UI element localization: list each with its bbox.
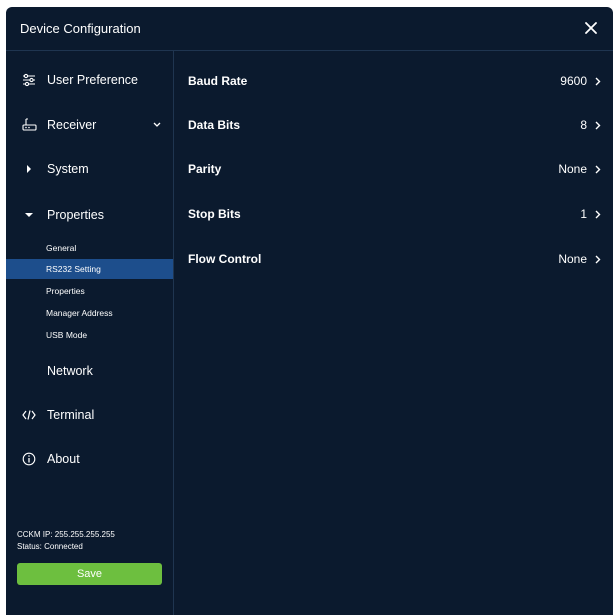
connection-status: CCKM IP: 255.255.255.255 Status: Connect… <box>17 529 115 553</box>
chevron-down-icon <box>151 118 163 132</box>
setting-row-stop-bits[interactable]: Stop Bits 1 <box>174 192 613 236</box>
setting-name: Flow Control <box>188 252 262 266</box>
close-button[interactable] <box>579 16 603 40</box>
sidebar-item-label: Terminal <box>47 408 95 422</box>
settings-panel: Baud Rate 9600 Data Bits 8 Parity None S… <box>174 51 613 615</box>
device-configuration-window: Device Configuration User Preference Rec… <box>6 7 613 615</box>
subitem-label: Manager Address <box>46 308 113 318</box>
subitem-usb-mode[interactable]: USB Mode <box>6 325 173 345</box>
setting-name: Stop Bits <box>188 207 241 221</box>
sliders-icon <box>21 72 37 88</box>
subitem-properties[interactable]: Properties <box>6 281 173 301</box>
sidebar-item-label: System <box>47 162 89 176</box>
setting-row-parity[interactable]: Parity None <box>174 147 613 191</box>
setting-name: Baud Rate <box>188 74 248 88</box>
code-icon <box>21 407 37 423</box>
sidebar-item-user-preference[interactable]: User Preference <box>6 65 173 95</box>
sidebar-item-label: Properties <box>47 208 104 222</box>
sidebar-item-label: About <box>47 452 80 466</box>
window-title: Device Configuration <box>20 21 141 36</box>
sidebar-item-terminal[interactable]: Terminal <box>6 400 173 430</box>
save-button[interactable]: Save <box>17 563 162 585</box>
subitem-general[interactable]: General <box>6 238 173 258</box>
setting-name: Parity <box>188 162 222 176</box>
chevron-right-icon <box>593 119 603 131</box>
subitem-label: General <box>46 243 77 253</box>
subitem-label: USB Mode <box>46 330 88 340</box>
setting-value: 9600 <box>560 74 587 88</box>
setting-row-flow-control[interactable]: Flow Control None <box>174 237 613 281</box>
status-text: Status: Connected <box>17 542 83 551</box>
setting-value: 8 <box>580 118 587 132</box>
chevron-right-icon <box>593 163 603 175</box>
setting-row-baud-rate[interactable]: Baud Rate 9600 <box>174 59 613 103</box>
sidebar-item-network[interactable]: Network <box>6 356 173 386</box>
setting-value: 1 <box>580 207 587 221</box>
chevron-right-icon <box>593 208 603 220</box>
subitem-label: RS232 Setting <box>46 264 101 274</box>
subitem-rs232-setting[interactable]: RS232 Setting <box>6 259 173 279</box>
sidebar-item-system[interactable]: System <box>6 154 173 184</box>
chevron-right-icon <box>593 75 603 87</box>
caret-down-icon <box>21 207 37 223</box>
sidebar-item-properties[interactable]: Properties <box>6 200 173 230</box>
subitem-label: Properties <box>46 286 85 296</box>
close-icon <box>585 22 597 34</box>
sidebar-item-label: Receiver <box>47 118 97 132</box>
title-bar: Device Configuration <box>6 7 613 51</box>
sidebar-item-receiver[interactable]: Receiver <box>6 110 173 140</box>
setting-value: None <box>558 252 587 266</box>
sidebar-item-about[interactable]: About <box>6 444 173 474</box>
setting-value: None <box>558 162 587 176</box>
chevron-right-icon <box>593 253 603 265</box>
sidebar-item-label: Network <box>47 364 93 378</box>
caret-right-icon <box>21 161 37 177</box>
sidebar: User Preference Receiver System Properti… <box>6 51 174 615</box>
sidebar-item-label: User Preference <box>47 73 139 87</box>
setting-row-data-bits[interactable]: Data Bits 8 <box>174 103 613 147</box>
setting-name: Data Bits <box>188 118 241 132</box>
cckm-ip-text: CCKM IP: 255.255.255.255 <box>17 530 115 539</box>
subitem-manager-address[interactable]: Manager Address <box>6 303 173 323</box>
info-icon <box>21 451 37 467</box>
router-icon <box>21 117 37 133</box>
